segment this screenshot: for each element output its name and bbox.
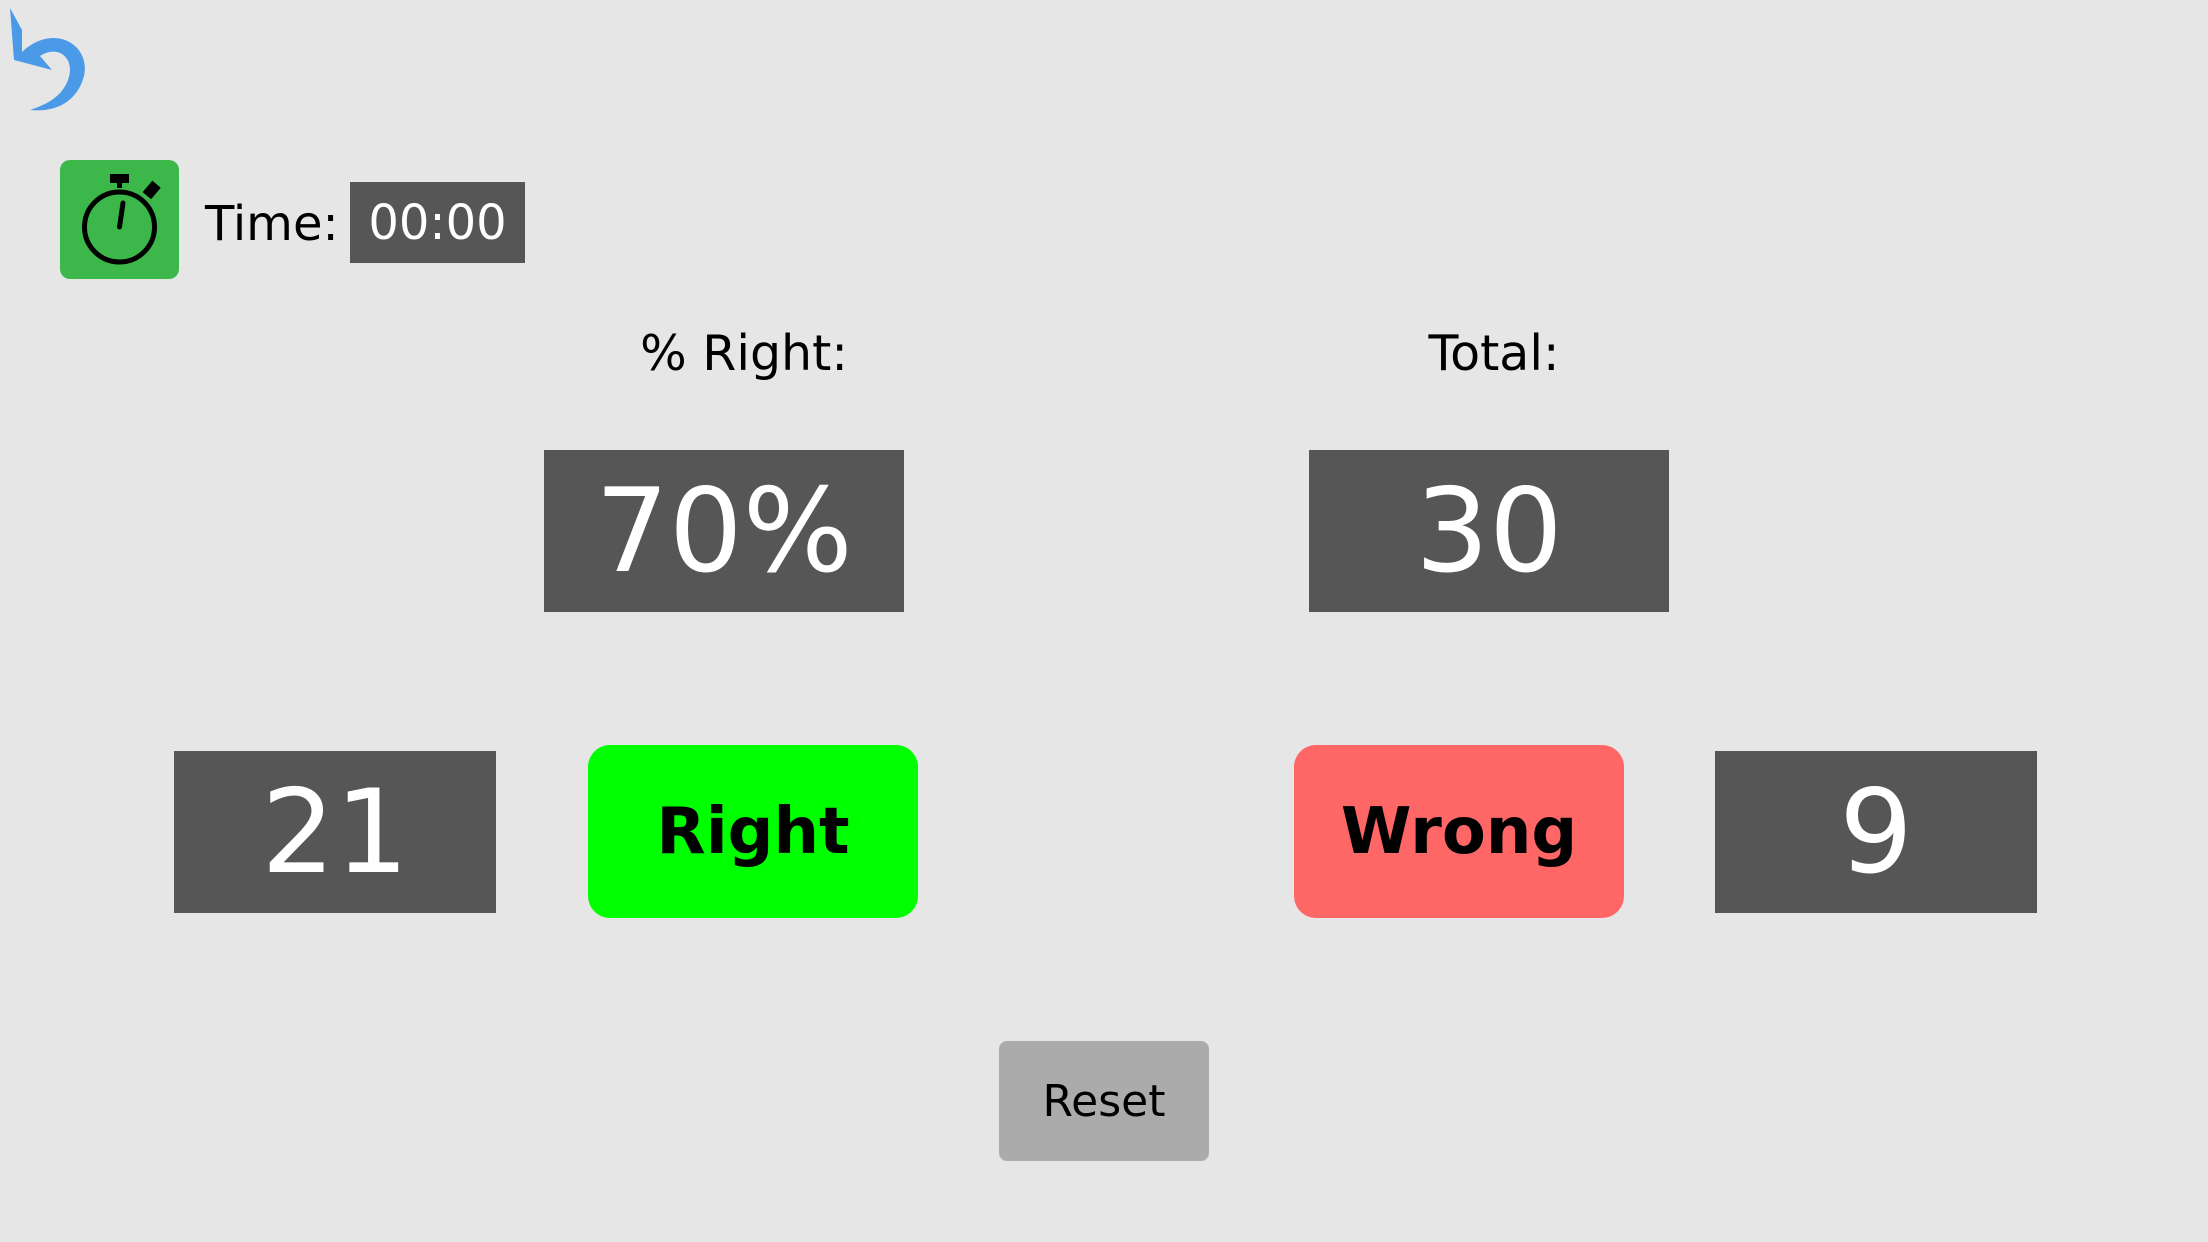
- wrong-button[interactable]: Wrong: [1294, 745, 1624, 918]
- percent-right-value: 70%: [544, 450, 904, 612]
- percent-right-label: % Right:: [640, 325, 848, 382]
- right-count-display: 21: [174, 751, 496, 913]
- total-value: 30: [1309, 450, 1669, 612]
- time-value-display: 00:00: [350, 182, 525, 263]
- stopwatch-icon: [82, 174, 161, 265]
- right-button[interactable]: Right: [588, 745, 918, 918]
- undo-button[interactable]: [0, 0, 100, 116]
- wrong-count-display: 9: [1715, 751, 2037, 913]
- total-label: Total:: [1428, 325, 1560, 382]
- time-label: Time:: [205, 196, 339, 252]
- undo-arrow-shape: [10, 8, 85, 111]
- undo-arrow-icon: [10, 8, 85, 111]
- reset-button[interactable]: Reset: [999, 1041, 1209, 1161]
- timer-button[interactable]: [60, 160, 179, 279]
